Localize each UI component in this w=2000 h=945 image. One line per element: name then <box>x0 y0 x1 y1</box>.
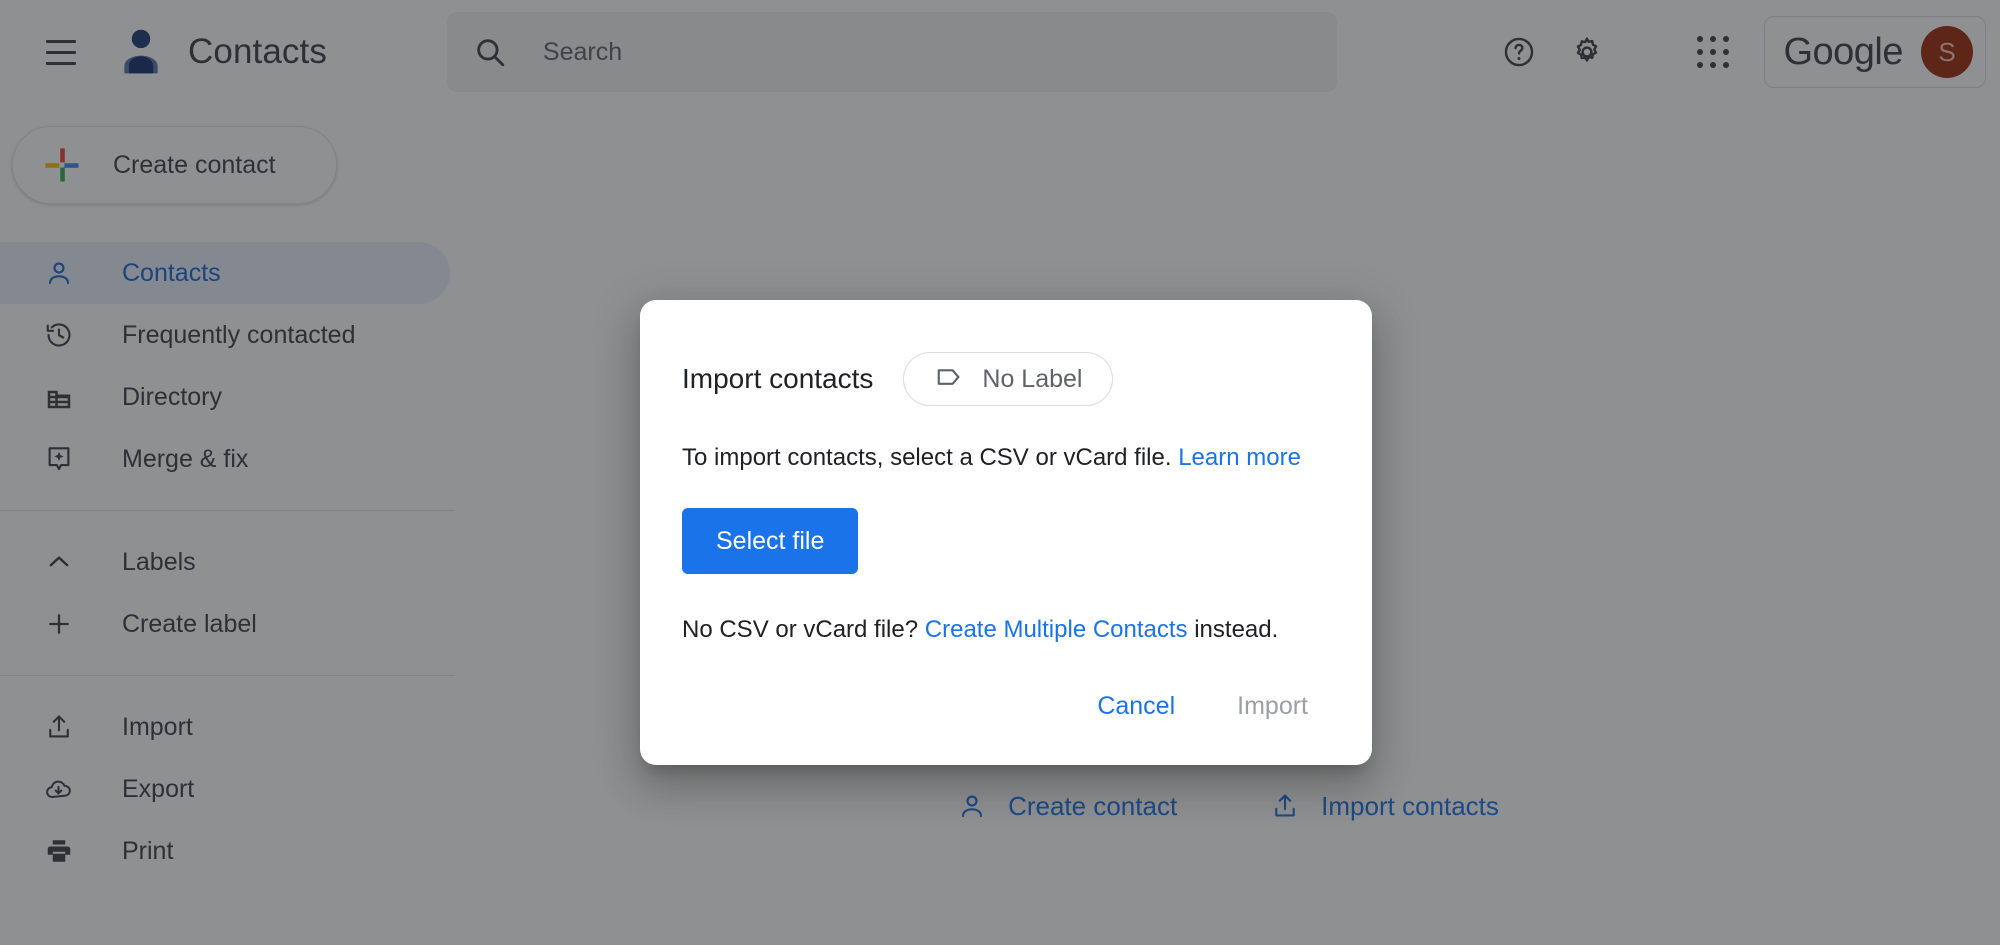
label-selector-chip[interactable]: No Label <box>903 352 1114 406</box>
dialog-note: No CSV or vCard file? Create Multiple Co… <box>682 616 1330 644</box>
cancel-button[interactable]: Cancel <box>1075 678 1197 735</box>
dialog-actions: Cancel Import <box>1075 678 1330 735</box>
contacts-app: Contacts <box>0 0 2000 945</box>
dialog-description: To import contacts, select a CSV or vCar… <box>682 444 1330 472</box>
select-file-button[interactable]: Select file <box>682 508 859 574</box>
create-multiple-contacts-link[interactable]: Create Multiple Contacts <box>925 616 1188 643</box>
import-button: Import <box>1215 678 1330 735</box>
dialog-header: Import contacts No Label <box>682 352 1330 406</box>
dialog-description-text: To import contacts, select a CSV or vCar… <box>682 444 1172 471</box>
dialog-note-suffix: instead. <box>1194 616 1279 643</box>
dialog-title: Import contacts <box>682 363 874 394</box>
label-chip-label: No Label <box>982 364 1083 393</box>
import-contacts-dialog: Import contacts No Label To import conta… <box>640 300 1372 765</box>
learn-more-link[interactable]: Learn more <box>1178 444 1301 471</box>
dialog-note-prefix: No CSV or vCard file? <box>682 616 919 643</box>
label-tag-icon <box>934 362 964 397</box>
